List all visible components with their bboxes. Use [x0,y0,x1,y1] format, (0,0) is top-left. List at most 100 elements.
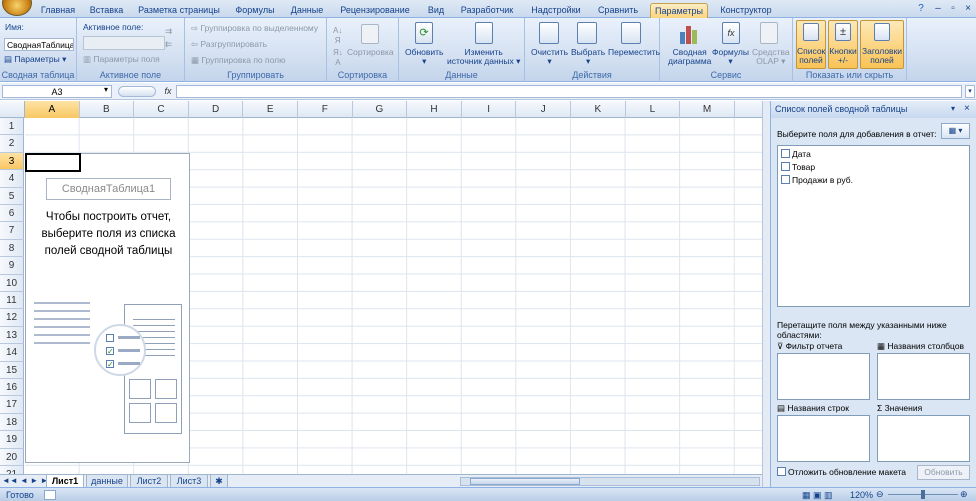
column-labels-area[interactable] [877,353,970,400]
checkbox[interactable] [781,149,790,158]
vertical-scrollbar[interactable] [762,101,770,487]
sort-button[interactable]: Сортировка [347,48,394,57]
active-field-input[interactable] [83,36,165,50]
update-button[interactable]: Обновить [917,465,970,480]
column-header-m[interactable]: M [680,101,735,118]
row-header-8[interactable]: 8 [0,239,24,258]
row-header-10[interactable]: 10 [0,274,24,292]
row-header-18[interactable]: 18 [0,413,24,432]
row-header-9[interactable]: 9 [0,257,24,275]
collapse-field-icon[interactable]: ⇇ [165,40,172,49]
checkbox[interactable] [777,467,786,476]
select-all-corner[interactable] [0,101,25,118]
column-header-f[interactable]: F [298,101,353,118]
column-header-g[interactable]: G [353,101,408,118]
pivot-table-placeholder[interactable]: СводнаяТаблица1 Чтобы построить отчет, в… [25,153,190,463]
row-header-11[interactable]: 11 [0,292,24,310]
row-header-16[interactable]: 16 [0,379,24,397]
tab-review[interactable]: Рецензирование [336,3,414,18]
tab-design[interactable]: Конструктор [716,3,776,18]
column-header-k[interactable]: K [571,101,626,118]
macro-record-icon[interactable] [44,490,56,500]
tab-formulas[interactable]: Формулы [230,3,280,18]
row-header-17[interactable]: 17 [0,396,24,414]
formula-input[interactable] [176,85,962,98]
row-header-20[interactable]: 20 [0,448,24,466]
column-header-b[interactable]: B [80,101,135,118]
group-selection-button[interactable]: ⇨ Группировка по выделенному [191,24,318,33]
clear-button[interactable]: Очистить ▾ [531,48,568,66]
row-header-7[interactable]: 7 [0,222,24,240]
values-area[interactable] [877,415,970,462]
column-header-j[interactable]: J [516,101,571,118]
tab-page-layout[interactable]: Разметка страницы [137,3,221,18]
formulas-button[interactable]: Формулы ▾ [712,48,749,66]
field-headers-button[interactable]: Заголовки полей [860,20,904,69]
group-field-button[interactable]: ▦ Группировка по полю [191,56,286,65]
expand-formula-bar-icon[interactable]: ▾ [965,85,975,98]
row-header-1[interactable]: 1 [0,118,24,136]
name-box-dropdown-icon[interactable]: ▾ [104,85,108,94]
tab-home[interactable]: Главная [38,3,78,18]
row-header-4[interactable]: 4 [0,170,24,188]
row-header-14[interactable]: 14 [0,344,24,362]
zoom-out-icon[interactable]: ⊖ [876,489,884,500]
column-header-h[interactable]: H [407,101,462,118]
formula-bar-splitter[interactable] [118,86,156,97]
sort-az-icon[interactable]: A↓ Я [333,26,342,46]
column-header-i[interactable]: I [462,101,517,118]
tab-addins[interactable]: Надстройки [526,3,586,18]
zoom-level[interactable]: 120% [850,490,873,500]
sort-za-icon[interactable]: Я↓ A [333,48,343,68]
field-settings-button[interactable]: ▥ Параметры поля [83,55,160,64]
name-box[interactable]: A3 [2,85,112,98]
defer-update-option[interactable]: Отложить обновление макета [777,467,906,477]
row-header-19[interactable]: 19 [0,431,24,449]
column-header-d[interactable]: D [189,101,244,118]
insert-function-icon[interactable]: fx [160,85,176,98]
expand-field-icon[interactable]: ⇉ [165,27,172,36]
field-item-date[interactable]: Дата [781,148,811,160]
horizontal-scroll-thumb[interactable] [470,478,580,485]
tab-developer[interactable]: Разработчик [458,3,516,18]
tab-options[interactable]: Параметры [650,3,708,18]
olap-tools-button[interactable]: Средства OLAP ▾ [752,48,790,66]
field-item-product[interactable]: Товар [781,161,815,173]
office-button[interactable] [2,0,32,16]
move-button[interactable]: Переместить [608,48,660,57]
column-header-l[interactable]: L [626,101,681,118]
pivot-name-input[interactable]: СводнаяТаблица1 [4,38,74,51]
row-header-2[interactable]: 2 [0,135,24,153]
row-header-15[interactable]: 15 [0,361,24,379]
close-icon[interactable]: × [961,3,975,15]
pivot-options-button[interactable]: ▤ Параметры ▾ [4,55,66,64]
tab-view[interactable]: Вид [422,3,450,18]
field-list-button[interactable]: Список полей [796,20,826,69]
tab-insert[interactable]: Вставка [84,3,129,18]
column-header-e[interactable]: E [243,101,298,118]
pivot-chart-button[interactable]: Сводная диаграмма [668,48,711,66]
checkbox[interactable] [781,162,790,171]
row-header-6[interactable]: 6 [0,205,24,223]
column-header-a[interactable]: A [25,101,80,118]
column-header-c[interactable]: C [134,101,189,118]
row-header-12[interactable]: 12 [0,309,24,327]
active-cell-a3[interactable] [25,153,81,172]
change-source-button[interactable]: Изменить источник данных ▾ [447,48,520,66]
plus-minus-button[interactable]: ± Кнопки +/- [828,20,858,69]
checkbox[interactable] [781,175,790,184]
report-filter-area[interactable] [777,353,870,400]
row-header-13[interactable]: 13 [0,326,24,345]
tab-compare[interactable]: Сравнить [594,3,642,18]
pane-menu-icon[interactable]: ▾ [951,104,955,113]
zoom-slider-thumb[interactable] [921,490,925,499]
row-header-3[interactable]: 3 [0,152,24,171]
view-buttons[interactable]: ▦ ▣ ▥ [802,490,833,501]
restore-icon[interactable]: ▫ [946,3,960,15]
minimize-icon[interactable]: – [931,3,945,15]
zoom-in-icon[interactable]: ⊕ [960,489,968,500]
tab-data[interactable]: Данные [286,3,328,18]
ungroup-button[interactable]: ⇦ Разгруппировать [191,40,267,49]
refresh-button[interactable]: Обновить ▾ [405,48,444,66]
layout-options-button[interactable]: ▦ ▾ [941,123,970,139]
